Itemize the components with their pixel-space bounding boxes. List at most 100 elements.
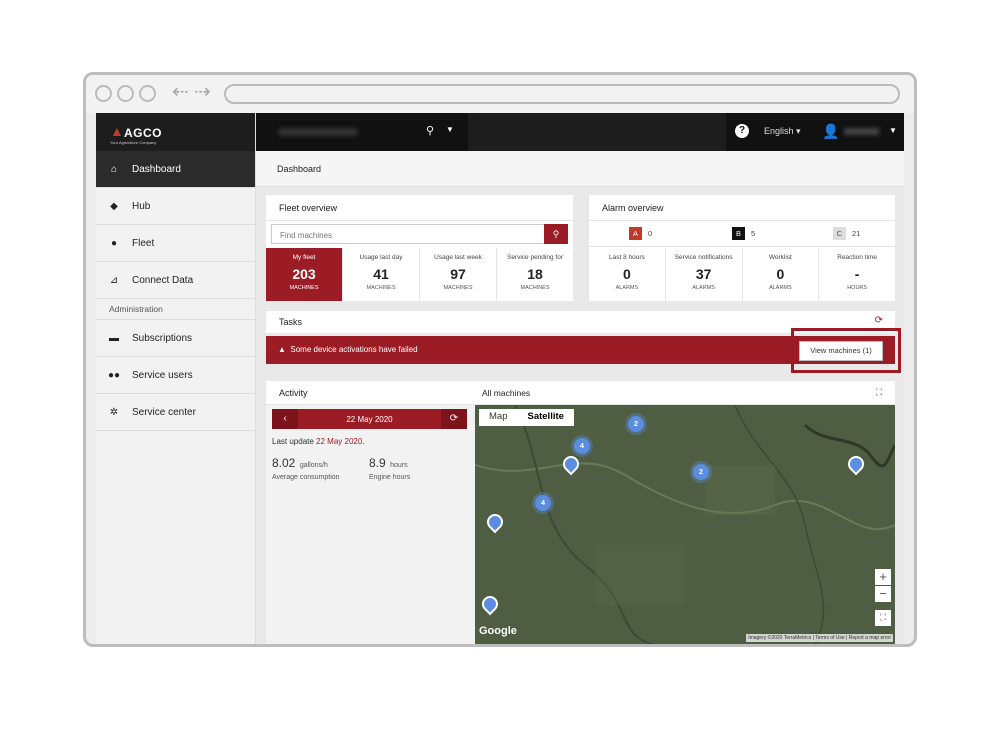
map-type-toggle: Map Satellite (479, 409, 574, 426)
stat-unit: ALARMS (769, 285, 792, 291)
sidebar-item-hub[interactable]: ◆ Hub (96, 188, 255, 225)
stat-label: Usage last week (434, 254, 482, 261)
view-machines-button[interactable]: View machines (1) (799, 341, 883, 361)
stat-unit: MACHINES (520, 285, 550, 291)
stat-reaction-time[interactable]: Reaction time - HOURS (819, 248, 895, 301)
stat-value: 97 (450, 266, 466, 282)
forward-arrow-icon[interactable]: ⇢ (194, 81, 211, 103)
url-bar[interactable] (224, 84, 900, 104)
card-icon: ▬ (109, 332, 119, 344)
help-icon[interactable]: ? (735, 124, 749, 138)
sidebar-item-subscriptions[interactable]: ▬ Subscriptions (96, 320, 255, 357)
map-attribution[interactable]: Imagery ©2020 TerraMetrics | Terms of Us… (746, 634, 893, 642)
map-fullscreen-button[interactable]: ⛶ (875, 610, 891, 626)
machine-cluster[interactable]: 2 (693, 464, 709, 480)
consumption-label: Average consumption (272, 474, 340, 481)
sidebar: ▲ AGCO Your Agriculture Company ⌂ Dashbo… (96, 113, 256, 644)
sidebar-item-fleet[interactable]: ● Fleet (96, 225, 255, 262)
alert-message: Some device activations have failed (290, 345, 418, 354)
stat-value: 0 (776, 266, 785, 282)
window-close-dot[interactable] (95, 85, 112, 102)
last-update: Last update 22 May 2020. (272, 437, 365, 446)
user-icon[interactable]: 👤 (822, 123, 839, 140)
search-icon: ⚲ (552, 229, 560, 239)
stat-value: - (854, 266, 860, 282)
sidebar-item-connect-data[interactable]: ⊿ Connect Data (96, 262, 255, 299)
refresh-icon[interactable]: ⟳ (875, 315, 883, 326)
activity-title: Activity (279, 388, 308, 398)
activity-header: Activity All machines ⛶ (266, 381, 895, 405)
window-maximize-dot[interactable] (139, 85, 156, 102)
alarm-severity-row: A 0 B 5 C 21 (589, 221, 895, 247)
redacted-text (278, 128, 358, 136)
stat-my-fleet[interactable]: My fleet 203 MACHINES (266, 248, 343, 301)
refresh-button[interactable]: ⟳ (441, 409, 467, 429)
google-logo: Google (479, 625, 517, 637)
stat-service-pending[interactable]: Service pending for 18 MACHINES (497, 248, 573, 301)
sidebar-item-dashboard[interactable]: ⌂ Dashboard (96, 151, 255, 188)
sidebar-item-service-center[interactable]: ✲ Service center (96, 394, 255, 431)
fleet-stats: My fleet 203 MACHINES Usage last day 41 … (266, 248, 573, 301)
agco-logo-icon: ▲ (110, 123, 124, 139)
severity-c[interactable]: C 21 (833, 227, 860, 240)
consumption-metric: 8.02 gallons/h Average consumption (272, 454, 340, 481)
current-date[interactable]: 22 May 2020 (272, 415, 467, 424)
app: ▲ AGCO Your Agriculture Company ⌂ Dashbo… (96, 113, 904, 644)
stat-label: Worklist (768, 254, 792, 261)
hours-value: 8.9 (369, 456, 386, 470)
hours-unit: hours (390, 462, 408, 469)
sidebar-section-administration: Administration (96, 299, 255, 320)
consumption-value: 8.02 (272, 456, 296, 470)
map-tab[interactable]: Map (479, 409, 517, 426)
stat-unit: ALARMS (692, 285, 715, 291)
last-update-date: 22 May 2020 (316, 437, 363, 446)
stat-unit: MACHINES (366, 285, 396, 291)
back-arrow-icon[interactable]: ⇠ (172, 81, 189, 103)
brand-tagline: Your Agriculture Company (110, 140, 157, 145)
fullscreen-icon[interactable]: ⛶ (876, 387, 882, 398)
stat-last-8-hours[interactable]: Last 8 hours 0 ALARMS (589, 248, 666, 301)
alarm-overview-card: Alarm overview A 0 B 5 C 21 Last 8 hours (589, 195, 895, 301)
browser-chrome: ⇠ ⇢ (86, 75, 914, 113)
language-select[interactable]: English ▾ (764, 126, 801, 137)
tractor-icon: ● (110, 237, 118, 249)
severity-b[interactable]: B 5 (732, 227, 755, 240)
window-minimize-dot[interactable] (117, 85, 134, 102)
top-bar: ⚲ ▼ ? English ▾ 👤 ▼ (256, 113, 904, 151)
zoom-in-button[interactable]: + (875, 569, 891, 585)
stat-usage-last-day[interactable]: Usage last day 41 MACHINES (343, 248, 420, 301)
sidebar-item-label: Hub (132, 200, 151, 212)
machine-cluster[interactable]: 4 (535, 495, 551, 511)
find-machines-field[interactable]: ⚲ (271, 224, 568, 245)
chevron-down-icon[interactable]: ▼ (889, 126, 897, 135)
stat-unit: HOURS (847, 285, 868, 291)
severity-count: 0 (648, 229, 653, 238)
satellite-map[interactable]: Map Satellite 4 2 4 2 + − ⛶ Google Image… (475, 405, 895, 644)
activity-panel: ‹ 22 May 2020 ⟳ Last update 22 May 2020.… (266, 405, 475, 644)
search-button[interactable]: ⚲ (544, 224, 568, 244)
machine-cluster[interactable]: 2 (628, 416, 644, 432)
brand-logo[interactable]: ▲ AGCO Your Agriculture Company (96, 113, 255, 151)
sidebar-item-label: Service center (132, 406, 196, 418)
zoom-out-button[interactable]: − (875, 586, 891, 602)
map-terrain (475, 405, 895, 644)
home-icon: ⌂ (110, 163, 118, 175)
stat-service-notifications[interactable]: Service notifications 37 ALARMS (666, 248, 743, 301)
severity-a[interactable]: A 0 (629, 227, 652, 240)
sidebar-item-service-users[interactable]: ●● Service users (96, 357, 255, 394)
global-search[interactable]: ⚲ ▼ (256, 113, 468, 151)
find-machines-input[interactable] (272, 226, 532, 245)
stat-label: Usage last day (359, 254, 403, 261)
stat-value: 18 (527, 266, 543, 282)
stat-usage-last-week[interactable]: Usage last week 97 MACHINES (420, 248, 497, 301)
machine-cluster[interactable]: 4 (574, 438, 590, 454)
satellite-tab[interactable]: Satellite (517, 409, 573, 426)
stat-unit: MACHINES (289, 285, 319, 291)
chevron-down-icon[interactable]: ▼ (446, 125, 454, 134)
search-icon[interactable]: ⚲ (426, 124, 434, 137)
stat-worklist[interactable]: Worklist 0 ALARMS (743, 248, 820, 301)
breadcrumb: Dashboard (256, 151, 904, 187)
date-selector: ‹ 22 May 2020 ⟳ (272, 409, 467, 429)
sidebar-item-label: Dashboard (132, 163, 181, 175)
brand-name: AGCO (124, 126, 162, 140)
